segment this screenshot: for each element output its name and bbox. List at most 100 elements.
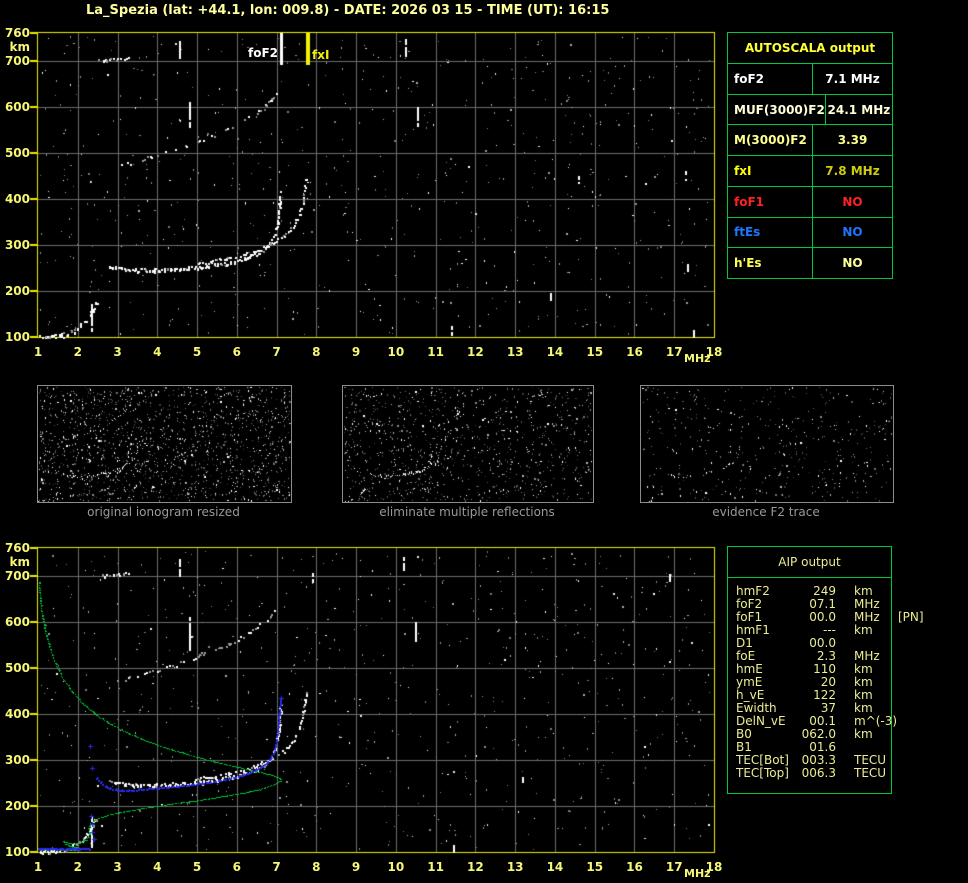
aip-table-header: AIP output (728, 547, 891, 578)
x-tick-label: 9 (351, 860, 361, 874)
autoscala-output-table: AUTOSCALA output foF2 7.1 MHz MUF(3000)F2 2… (727, 32, 893, 279)
y-tick-label: 100 (4, 330, 30, 344)
aip-extra: [PN] (898, 610, 924, 624)
aip-table-body: hmF2 249 km foF2 07.1 MHz foF1 00.0 MHz [PN] hmF1-… (728, 578, 924, 780)
autoscala-row: foF1 NO (728, 185, 892, 217)
aip-unit: km (854, 727, 873, 741)
autoscala-row: fxI 7.8 MHz (728, 155, 892, 186)
y-tick-label: 700 (4, 568, 30, 583)
thumbnail-no-reflections (342, 385, 594, 503)
y-tick-label: 600 (4, 99, 30, 114)
ionogram-top-canvas (28, 27, 720, 343)
x-tick-label: 15 (586, 345, 604, 359)
y-tick-label: 700 (4, 53, 30, 68)
x-axis-unit-label: MHz (684, 352, 711, 365)
x-tick-label: 16 (626, 860, 643, 874)
aip-unit: km (854, 623, 873, 637)
x-tick-label: 7 (272, 860, 281, 874)
y-tick-label: 200 (4, 798, 30, 813)
x-tick-label: 15 (586, 860, 604, 874)
ionogram-top: foF2 fxI (28, 27, 720, 343)
x-tick-label: 5 (192, 345, 202, 359)
x-tick-label: 17 (665, 345, 683, 359)
y-tick-label: 500 (4, 660, 30, 675)
foF2-marker-label: foF2 (247, 46, 278, 60)
x-tick-label: 10 (387, 345, 405, 359)
x-tick-label: 2 (73, 345, 82, 359)
x-tick-label: 14 (546, 345, 564, 359)
autoscala-row-value: NO (842, 225, 863, 240)
y-axis-unit-label: km (9, 40, 30, 54)
x-tick-label: 6 (232, 860, 241, 874)
y-tick-label: 300 (4, 237, 30, 252)
autoscala-row-label: foF2 (728, 64, 813, 94)
x-tick-label: 1 (33, 860, 43, 874)
page-title: La_Spezia (lat: +44.1, lon: 009.8) - DAT… (86, 3, 610, 18)
autoscala-row-label: foF1 (728, 186, 813, 217)
autoscala-table-header: AUTOSCALA output (728, 33, 892, 64)
autoscala-row-label: h'Es (728, 248, 813, 279)
x-tick-label: 6 (232, 345, 241, 359)
autoscala-table-body: foF2 7.1 MHz MUF(3000)F2 24.1 MHz M(3000)F2 3… (728, 64, 892, 279)
thumbnail-original-ionogram (37, 385, 292, 503)
thumbnail-no-reflections-caption: eliminate multiple reflections (379, 505, 555, 519)
x-tick-label: 17 (665, 860, 683, 874)
ionogram-bottom-canvas (28, 542, 720, 858)
x-tick-label: 1 (33, 345, 43, 359)
aip-row: TEC[Top] 006.3 TECU (736, 767, 891, 780)
x-axis-unit-label: MHz (684, 867, 711, 880)
x-tick-label: 8 (312, 860, 321, 874)
thumbnail-no-reflections-canvas (342, 385, 594, 503)
y-tick-label: 760 (4, 26, 30, 40)
y-tick-label: 400 (4, 191, 30, 206)
thumbnail-f2-trace-caption: evidence F2 trace (712, 505, 820, 519)
x-tick-label: 7 (272, 345, 281, 359)
autoscala-screen: La_Spezia (lat: +44.1, lon: 009.8) - DAT… (0, 0, 968, 883)
x-tick-label: 2 (73, 860, 82, 874)
thumbnail-original-caption: original ionogram resized (87, 505, 240, 519)
y-tick-label: 100 (4, 845, 30, 859)
x-tick-label: 10 (387, 860, 405, 874)
autoscala-row: MUF(3000)F2 24.1 MHz (728, 93, 892, 125)
aip-value: 006.3 (801, 766, 836, 780)
x-tick-label: 11 (427, 345, 444, 359)
x-tick-label: 4 (153, 345, 162, 359)
autoscala-row-label: M(3000)F2 (728, 125, 813, 156)
autoscala-row: h'Es NO (728, 247, 892, 279)
autoscala-row: ftEs NO (728, 216, 892, 248)
x-tick-label: 13 (506, 345, 524, 359)
ionogram-bottom (28, 542, 720, 858)
x-tick-label: 16 (626, 345, 643, 359)
x-tick-label: 3 (113, 860, 122, 874)
thumbnail-original-canvas (37, 385, 292, 503)
y-tick-label: 200 (4, 283, 30, 298)
y-tick-label: 500 (4, 145, 30, 160)
fxI-marker-label: fxI (312, 48, 330, 62)
x-tick-label: 3 (113, 345, 122, 359)
autoscala-row-value: 7.1 MHz (825, 71, 880, 86)
autoscala-row-value: 7.8 MHz (825, 164, 880, 179)
autoscala-row: foF2 7.1 MHz (728, 64, 892, 94)
autoscala-row-value: NO (842, 256, 863, 271)
y-tick-label: 760 (4, 541, 30, 555)
autoscala-row-value: NO (842, 194, 863, 209)
y-tick-label: 400 (4, 706, 30, 721)
autoscala-row: M(3000)F2 3.39 (728, 124, 892, 156)
x-tick-label: 9 (351, 345, 361, 359)
x-tick-label: 13 (506, 860, 524, 874)
aip-name: TEC[Top] (736, 766, 789, 780)
x-tick-label: 12 (467, 345, 484, 359)
autoscala-row-label: MUF(3000)F2 (728, 94, 826, 125)
x-tick-label: 8 (312, 345, 321, 359)
autoscala-row-value: 24.1 MHz (827, 102, 891, 117)
x-tick-label: 5 (192, 860, 202, 874)
x-tick-label: 4 (153, 860, 162, 874)
aip-unit: TECU (854, 766, 887, 780)
thumbnail-f2-trace (640, 385, 894, 503)
y-tick-label: 600 (4, 614, 30, 629)
x-tick-label: 14 (546, 860, 564, 874)
x-tick-label: 12 (467, 860, 484, 874)
autoscala-row-label: ftEs (728, 217, 813, 248)
x-tick-label: 11 (427, 860, 444, 874)
autoscala-row-value: 3.39 (837, 133, 868, 148)
